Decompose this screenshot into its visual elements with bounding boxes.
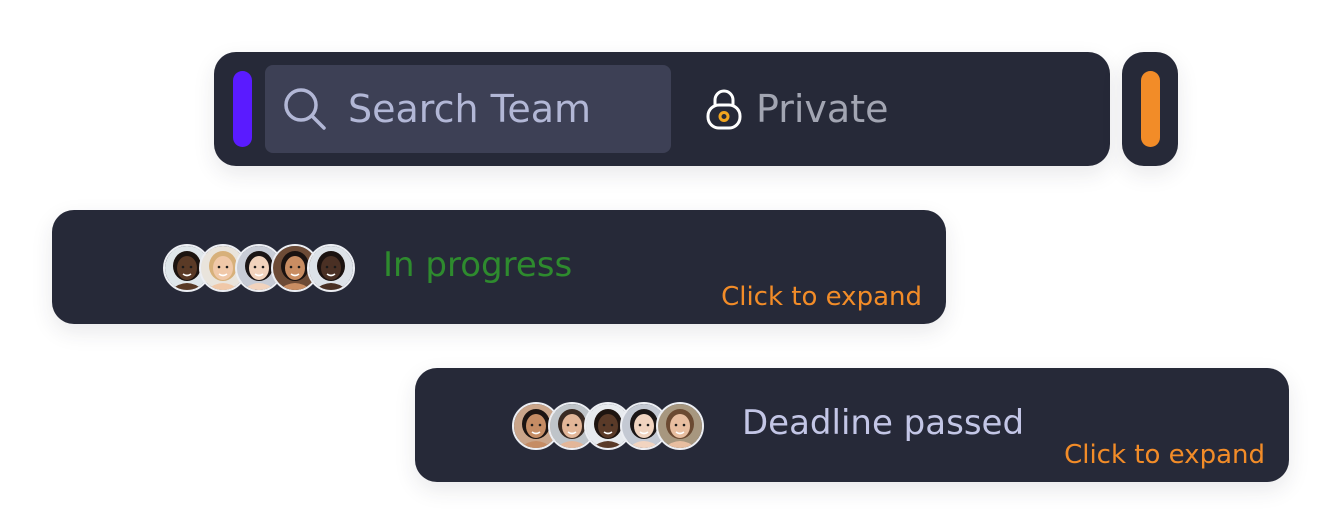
search-placeholder: Search Team	[348, 87, 592, 131]
task-card[interactable]: Deadline passed Click to expand	[415, 368, 1289, 482]
avatar-group	[512, 402, 704, 450]
avatar	[656, 402, 704, 450]
avatar-group	[163, 244, 355, 292]
avatar	[307, 244, 355, 292]
status-label: In progress	[383, 245, 573, 285]
search-icon	[284, 88, 326, 130]
status-label: Deadline passed	[742, 403, 1025, 443]
search-input[interactable]: Search Team	[265, 65, 671, 153]
expand-link[interactable]: Click to expand	[721, 282, 922, 312]
side-toggle[interactable]	[1122, 52, 1178, 166]
search-bar: Search Team Private	[214, 52, 1110, 166]
lock-icon	[706, 89, 742, 130]
left-accent-bar	[233, 71, 252, 147]
right-accent-bar	[1141, 71, 1160, 147]
task-card[interactable]: In progress Click to expand	[52, 210, 946, 324]
expand-link[interactable]: Click to expand	[1064, 440, 1265, 470]
privacy-label[interactable]: Private	[756, 52, 888, 166]
